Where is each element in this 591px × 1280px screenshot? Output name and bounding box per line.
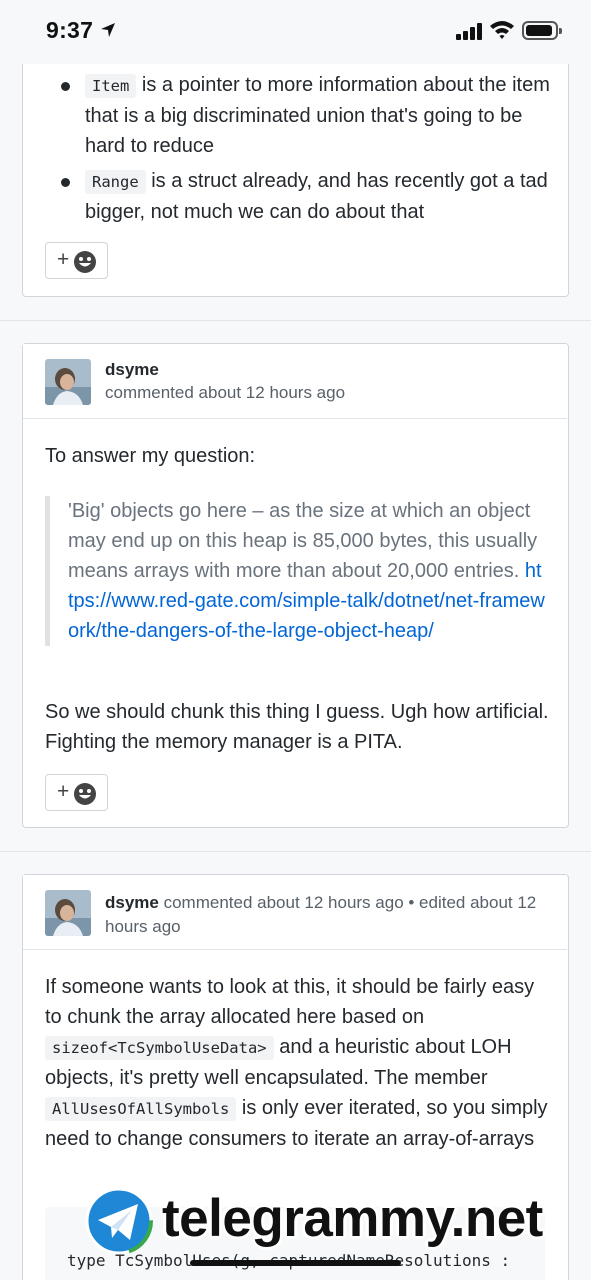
status-bar: 9:37	[0, 0, 591, 64]
bullet-dot	[61, 82, 70, 91]
avatar[interactable]	[45, 890, 91, 936]
inline-code: Range	[85, 170, 146, 194]
wifi-icon	[490, 21, 514, 39]
watermark-text: telegrammy.net	[162, 1189, 543, 1248]
plus-sign: +	[57, 248, 70, 271]
home-indicator[interactable]	[190, 1260, 401, 1266]
comment-card-previous: Item is a pointer to more information ab…	[22, 40, 569, 297]
comment-header: dsyme commented about 12 hours ago	[23, 344, 567, 419]
quote-text: 'Big' objects go here – as the size at w…	[68, 500, 538, 582]
author-name[interactable]: dsyme	[105, 360, 159, 380]
author-name[interactable]: dsyme	[105, 893, 159, 912]
bullet-dot	[61, 178, 70, 187]
list-item-text: is a pointer to more information about t…	[85, 74, 550, 157]
battery-icon	[522, 21, 562, 40]
comment-card: dsyme commented about 12 hours ago To an…	[22, 343, 569, 828]
comment-body: If someone wants to look at this, it sho…	[45, 972, 550, 1154]
comment-header: dsyme commented about 12 hours ago • edi…	[23, 875, 567, 950]
plus-sign: +	[57, 780, 70, 803]
inline-code: AllUsesOfAllSymbols	[45, 1097, 237, 1121]
avatar[interactable]	[45, 359, 91, 405]
cellular-signal-icon	[456, 22, 486, 40]
telegram-logo-icon	[85, 1187, 153, 1255]
location-arrow-icon	[101, 23, 115, 37]
timeline-divider	[0, 320, 591, 321]
list-item: Item is a pointer to more information ab…	[61, 70, 555, 161]
bullet-list: Item is a pointer to more information ab…	[61, 70, 555, 232]
comment-timestamp[interactable]: commented about 12 hours ago • edited ab…	[105, 893, 536, 936]
comment-closing: So we should chunk this thing I guess. U…	[45, 701, 549, 753]
add-reaction-button[interactable]: +	[45, 774, 108, 811]
watermark: telegrammy.net	[84, 1184, 584, 1264]
status-time: 9:37	[46, 17, 94, 43]
add-reaction-button[interactable]: +	[45, 242, 108, 279]
body-text: If someone wants to look at this, it sho…	[45, 976, 535, 1028]
timeline-divider	[0, 851, 591, 852]
blockquote: 'Big' objects go here – as the size at w…	[45, 496, 545, 646]
inline-code: Item	[85, 74, 137, 98]
list-item-text: is a struct already, and has recently go…	[85, 170, 548, 223]
comment-intro: To answer my question:	[45, 445, 256, 467]
inline-code: sizeof<TcSymbolUseData>	[45, 1036, 274, 1060]
list-item: Range is a struct already, and has recen…	[61, 166, 555, 227]
smiley-icon	[74, 251, 96, 273]
comment-timestamp[interactable]: commented about 12 hours ago	[105, 383, 345, 403]
comment-meta-line: dsyme commented about 12 hours ago • edi…	[105, 891, 555, 939]
smiley-icon	[74, 783, 96, 805]
